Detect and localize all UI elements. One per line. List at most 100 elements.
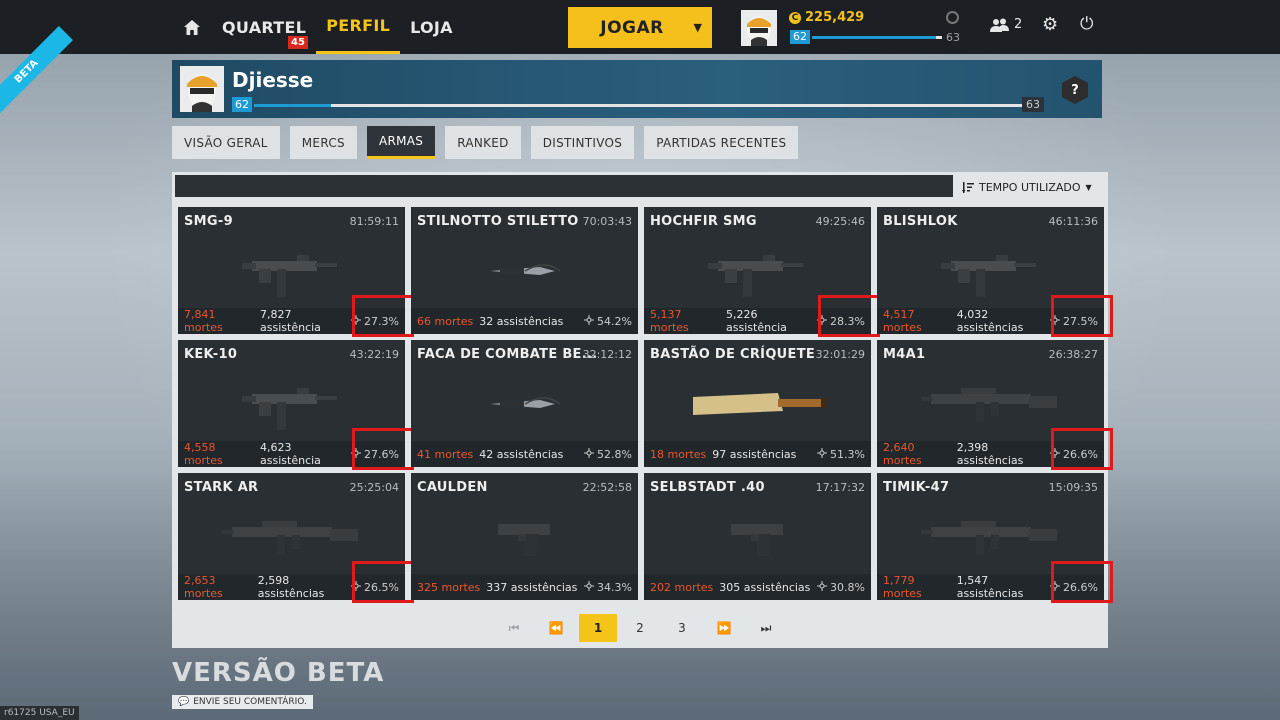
beta-version-title: VERSÃO BETA	[172, 658, 385, 688]
player-level: 62	[790, 30, 810, 44]
bat-icon	[644, 368, 871, 440]
weapon-card[interactable]: STILNOTTO STILETTO 70:03:43 66 mortes 32 as…	[411, 207, 638, 334]
weapon-assists: 32 assistências	[479, 314, 564, 328]
weapon-kills: 7,841 mortes	[184, 308, 223, 334]
profile-avatar	[180, 66, 224, 112]
highlight-box	[1051, 295, 1113, 337]
tab-1[interactable]: MERCS	[289, 126, 357, 159]
main-nav: QUARTEL PERFIL LOJA 45	[172, 0, 463, 54]
weapon-accuracy: 30.8%	[817, 580, 865, 594]
weapon-name: TIMIK-47	[883, 480, 950, 495]
friends-button[interactable]: 2	[990, 17, 1022, 32]
weapon-time-used: 26:38:27	[1048, 348, 1098, 361]
comment-icon: 💬	[178, 697, 190, 707]
weapon-card[interactable]: BLISHLOK 46:11:36 4,517 mortes 4,032 assist…	[877, 207, 1113, 337]
weapon-assists: 42 assistências	[479, 447, 564, 461]
weapon-card[interactable]: CAULDEN 22:52:58 325 mortes 337 assistência…	[411, 473, 638, 600]
rank-symbol: ?	[1071, 82, 1079, 98]
nav-quartel-label: QUARTEL	[222, 17, 307, 37]
chevron-down-icon[interactable]: ▼	[684, 21, 712, 34]
tab-3[interactable]: RANKED	[445, 126, 521, 159]
weapon-card[interactable]: M4A1 26:38:27 2,640 mortes 2,398 assistênci…	[877, 340, 1113, 470]
build-version: r61725 USA_EU	[0, 706, 79, 720]
tab-4[interactable]: DISTINTIVOS	[530, 126, 635, 159]
weapon-assists: 4,032 assistências	[956, 308, 1024, 334]
tab-0[interactable]: VISÃO GERAL	[172, 126, 280, 159]
last-page-icon[interactable]: ⏭	[747, 614, 785, 642]
weapon-card[interactable]: STARK AR 25:25:04 2,653 mortes 2,598 assist…	[178, 473, 414, 603]
weapon-kills: 2,640 mortes	[883, 441, 922, 467]
weapon-assists: 337 assistências	[486, 580, 578, 594]
nav-perfil-label: PERFIL	[326, 16, 391, 35]
previous-page-icon[interactable]: ⏪	[537, 614, 575, 642]
tab-5[interactable]: PARTIDAS RECENTES	[644, 126, 799, 159]
page-button-1[interactable]: 1	[579, 614, 617, 642]
page-button-2[interactable]: 2	[621, 614, 659, 642]
knife-icon	[411, 368, 638, 440]
play-button-label: JOGAR	[600, 17, 664, 38]
rank-badge-icon[interactable]: ?	[1062, 76, 1088, 104]
power-icon[interactable]: ⏻	[1080, 14, 1093, 34]
weapon-kills: 2,653 mortes	[184, 574, 223, 600]
nav-loja-label: LOJA	[410, 17, 453, 37]
weapon-kills: 325 mortes	[417, 580, 481, 594]
weapon-kills: 66 mortes	[417, 314, 474, 328]
weapon-time-used: 81:59:11	[349, 215, 399, 228]
weapon-name: M4A1	[883, 347, 926, 362]
crosshair-icon	[584, 580, 595, 594]
weapon-stats: 202 mortes 305 assistências 30.8%	[644, 574, 871, 600]
weapon-time-used: 43:22:19	[349, 348, 399, 361]
weapon-accuracy: 34.3%	[584, 580, 632, 594]
nav-perfil[interactable]: PERFIL	[316, 0, 401, 54]
profile-next-level: 63	[1022, 97, 1044, 112]
weapon-accuracy: 54.2%	[584, 314, 632, 328]
weapon-stats: 66 mortes 32 assistências 54.2%	[411, 308, 638, 334]
weapon-card[interactable]: SMG-9 81:59:11 7,841 mortes 7,827 assistênc…	[178, 207, 414, 337]
weapon-card[interactable]: HOCHFIR SMG 49:25:46 5,137 mortes 5,226 ass…	[644, 207, 880, 337]
highlight-box	[818, 295, 880, 337]
pistol-icon	[411, 501, 638, 573]
highlight-box	[352, 561, 414, 603]
weapon-card[interactable]: FACA DE COMBATE BE... 32:12:12 41 mortes 42…	[411, 340, 638, 467]
weapon-time-used: 22:52:58	[582, 481, 632, 494]
sort-dropdown[interactable]: TEMPO UTILIZADO ▼	[962, 176, 1092, 198]
weapon-kills: 4,558 mortes	[184, 441, 223, 467]
weapon-card[interactable]: TIMIK-47 15:09:35 1,779 mortes 1,547 assist…	[877, 473, 1113, 603]
weapon-accuracy-value: 54.2%	[597, 314, 632, 328]
weapon-accuracy: 52.8%	[584, 447, 632, 461]
weapon-kills: 5,137 mortes	[650, 308, 689, 334]
home-icon[interactable]	[172, 0, 212, 54]
weapon-kills: 4,517 mortes	[883, 308, 922, 334]
weapon-card[interactable]: BASTÃO DE CRÍQUETE 32:01:29 18 mortes 97 as…	[644, 340, 871, 467]
feedback-button[interactable]: 💬 ENVIE SEU COMENTÁRIO.	[172, 695, 313, 709]
weapon-assists: 7,827 assistência	[260, 308, 321, 334]
weapon-assists: 305 assistências	[719, 580, 811, 594]
weapon-assists: 2,398 assistências	[956, 441, 1024, 467]
nav-loja[interactable]: LOJA	[400, 0, 463, 54]
highlight-box	[1051, 428, 1113, 470]
next-level: 63	[946, 31, 960, 44]
page-button-3[interactable]: 3	[663, 614, 701, 642]
weapon-name: FACA DE COMBATE BE...	[417, 347, 598, 362]
avatar[interactable]	[741, 10, 777, 46]
pagination: ⏮ ⏪ 1 2 3 ⏩ ⏭	[495, 614, 785, 642]
play-button[interactable]: JOGAR ▼	[568, 7, 712, 48]
credits-display: C 225,429	[789, 10, 864, 25]
weapon-name: KEK-10	[184, 347, 238, 362]
first-page-icon[interactable]: ⏮	[495, 614, 533, 642]
weapon-name: HOCHFIR SMG	[650, 214, 757, 229]
weapon-card[interactable]: KEK-10 43:22:19 4,558 mortes 4,623 assistên…	[178, 340, 414, 470]
profile-header: Djiesse 62 63 ?	[172, 60, 1102, 118]
weapon-time-used: 70:03:43	[582, 215, 632, 228]
gear-icon[interactable]: ⚙	[1042, 14, 1058, 35]
weapon-card[interactable]: SELBSTADT .40 17:17:32 202 mortes 305 assis…	[644, 473, 871, 600]
search-input[interactable]	[175, 175, 953, 197]
next-page-icon[interactable]: ⏩	[705, 614, 743, 642]
weapon-time-used: 49:25:46	[815, 215, 865, 228]
feedback-label: ENVIE SEU COMENTÁRIO.	[193, 697, 307, 707]
tab-2[interactable]: ARMAS	[366, 126, 436, 159]
weapons-grid: SMG-9 81:59:11 7,841 mortes 7,827 assistênc…	[178, 207, 1113, 603]
weapon-name: SELBSTADT .40	[650, 480, 765, 495]
knife-icon	[411, 235, 638, 307]
weapon-stats: 18 mortes 97 assistências 51.3%	[644, 441, 871, 467]
